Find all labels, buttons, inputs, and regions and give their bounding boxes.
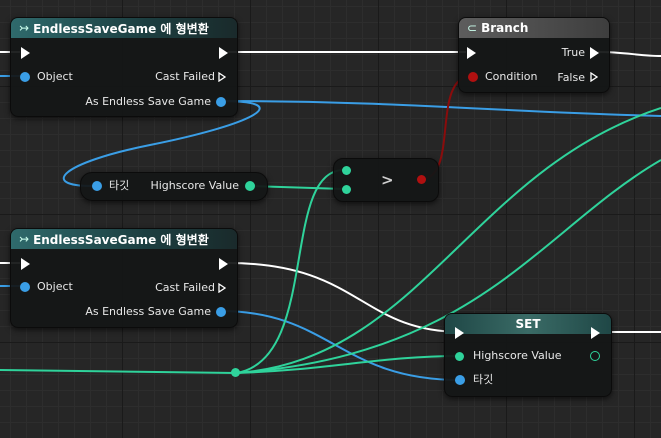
cast-node-title: EndlessSaveGame 에 형변환 [33,21,209,36]
object-wire-cast1-offscreen[interactable] [219,100,661,117]
as-endless-save-game-label: As Endless Save Game [85,305,211,318]
cast-node-header[interactable]: ↣ EndlessSaveGame 에 형변환 [11,18,237,38]
true-label: True [561,46,585,59]
false-label: False [557,71,585,84]
cast-failed-pin[interactable] [218,283,226,293]
condition-pin[interactable] [468,72,478,82]
cast-failed-pin[interactable] [218,72,226,82]
exec-in-pin[interactable] [21,258,30,270]
cast-node[interactable]: ↣ EndlessSaveGame 에 형변환 Object Cast Fail… [10,228,238,328]
branch-node[interactable]: ⊂ Branch True Condition False [458,17,610,93]
branch-icon: ⊂ [467,21,478,35]
true-exec-pin[interactable] [590,47,599,59]
branch-node-header[interactable]: ⊂ Branch [459,18,609,38]
as-endless-save-game-label: As Endless Save Game [85,95,211,108]
as-endless-save-game-pin[interactable] [216,97,226,107]
highscore-value-out-pin[interactable] [590,351,600,361]
cast-failed-label: Cast Failed [155,281,215,294]
exec-out-pin[interactable] [219,47,228,59]
exec-in-pin[interactable] [455,327,464,339]
compare-input-a-pin[interactable] [342,166,351,175]
float-wire-offscreen-reroute[interactable] [0,369,237,374]
highscore-value-out-pin[interactable] [245,181,255,191]
set-node-header[interactable]: SET [445,314,611,334]
highscore-value-label: Highscore Value [150,179,239,192]
cast-failed-label: Cast Failed [155,70,215,83]
set-node[interactable]: SET Highscore Value 타깃 [444,313,612,397]
branch-node-title: Branch [481,21,529,35]
object-label: Object [37,280,73,293]
highscore-value-in-pin[interactable] [455,352,464,361]
exec-in-pin[interactable] [21,47,30,59]
exec-wire-cast2-set[interactable] [227,262,463,333]
compare-result-pin[interactable] [417,175,426,184]
cast-node-title: EndlessSaveGame 에 형변환 [33,232,209,247]
set-node-title: SET [515,317,541,331]
reroute-node[interactable] [231,368,240,377]
target-pin[interactable] [92,181,102,191]
blueprint-graph[interactable]: ↣ EndlessSaveGame 에 형변환 Object Cast Fail… [0,0,661,438]
condition-label: Condition [485,70,538,83]
getter-node[interactable]: 타깃 Highscore Value [80,172,268,201]
target-pin[interactable] [455,375,465,385]
object-pin[interactable] [20,72,30,82]
object-wire-cast2-set-target[interactable] [219,310,461,381]
compare-node[interactable]: > [333,158,439,202]
highscore-value-label: Highscore Value [473,349,562,362]
cast-arrow-icon: ↣ [19,232,30,246]
cast-arrow-icon: ↣ [19,21,30,35]
greater-than-operator: > [381,171,394,189]
as-endless-save-game-pin[interactable] [216,307,226,317]
cast-node[interactable]: ↣ EndlessSaveGame 에 형변환 Object Cast Fail… [10,17,238,117]
target-label: 타깃 [473,373,494,386]
exec-out-pin[interactable] [591,327,600,339]
cast-node-header[interactable]: ↣ EndlessSaveGame 에 형변환 [11,229,237,249]
exec-out-pin[interactable] [219,258,228,270]
compare-input-b-pin[interactable] [342,185,351,194]
object-label: Object [37,70,73,83]
object-pin[interactable] [20,282,30,292]
false-exec-pin[interactable] [590,72,598,82]
exec-in-pin[interactable] [467,47,476,59]
target-label: 타깃 [109,179,130,192]
